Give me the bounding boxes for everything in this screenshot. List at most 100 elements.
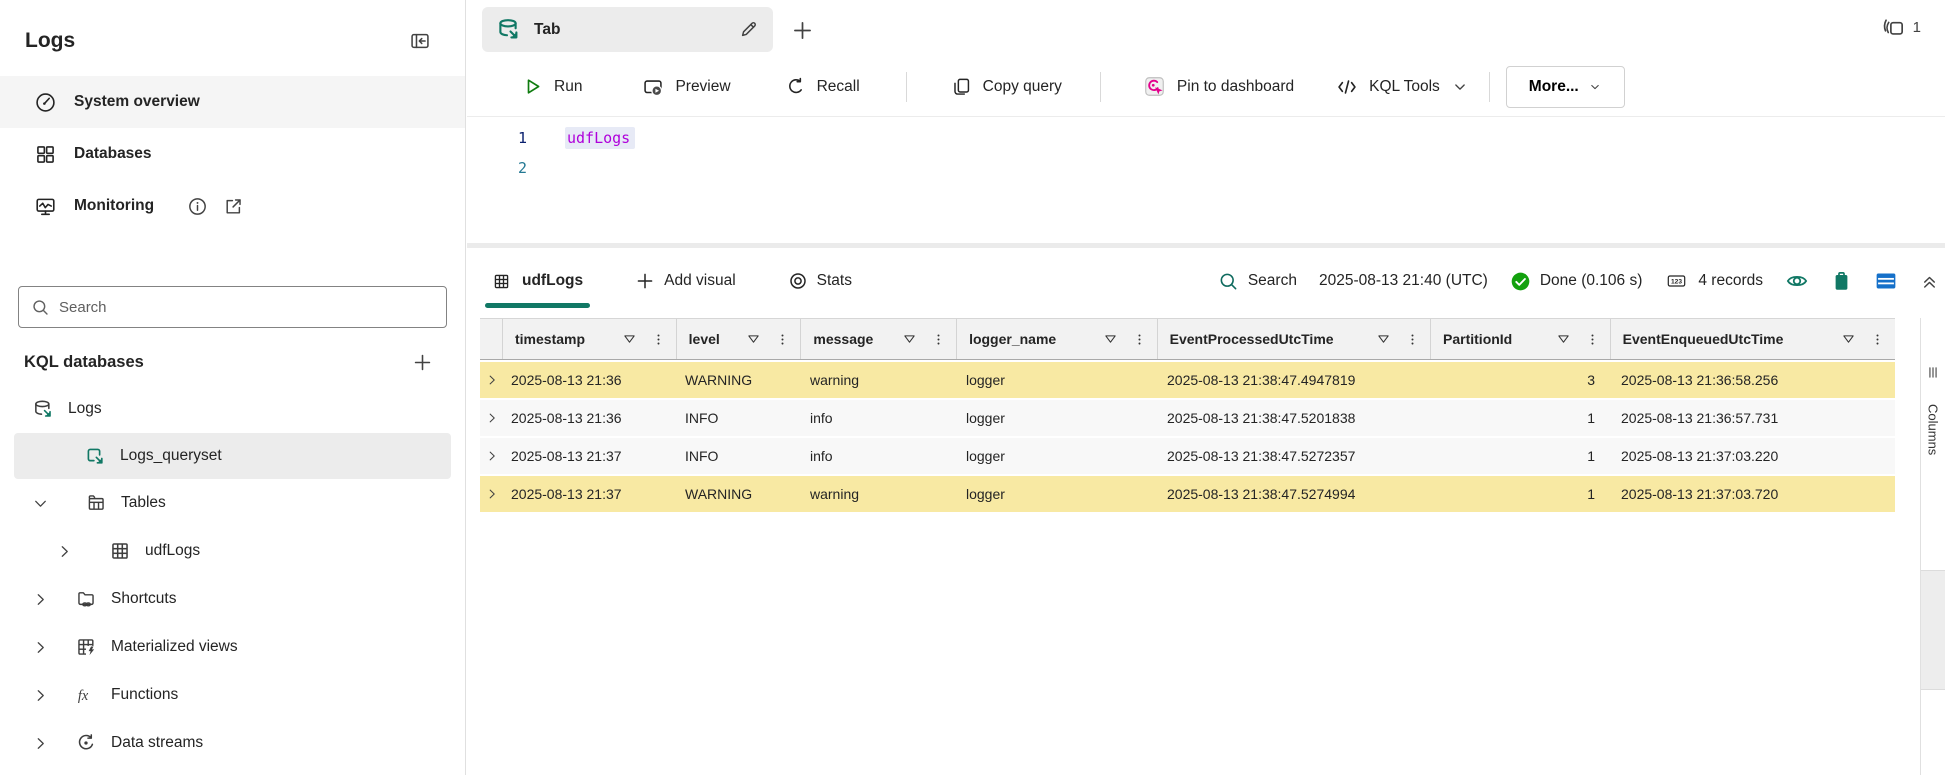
grid-row[interactable]: 2025-08-13 21:36 INFO info logger 2025-0… xyxy=(480,400,1895,436)
row-expander-chevron-icon[interactable] xyxy=(485,411,499,425)
tree-item-logs-queryset[interactable]: Logs_queryset xyxy=(14,433,451,479)
play-icon xyxy=(527,79,540,94)
tree-item-label: Logs_queryset xyxy=(120,447,222,464)
double-chevron-up-icon xyxy=(1924,276,1935,288)
tree-item-label: Functions xyxy=(111,686,179,703)
info-icon[interactable] xyxy=(187,196,208,217)
grid-cell: 2025-08-13 21:38:47.4947819 xyxy=(1167,372,1356,388)
filter-funnel-icon[interactable] xyxy=(1103,332,1118,347)
filter-funnel-icon[interactable] xyxy=(1841,332,1856,347)
tree-item-functions[interactable]: Functions xyxy=(0,671,465,719)
more-button[interactable]: More... xyxy=(1505,65,1625,108)
nav-item-system-overview[interactable]: System overview xyxy=(0,76,465,128)
collapse-pane-icon xyxy=(411,33,429,49)
filter-funnel-icon[interactable] xyxy=(1556,332,1571,347)
kql-tools-button[interactable]: KQL Tools xyxy=(1336,76,1469,98)
grid-cell: 2025-08-13 21:36:58.256 xyxy=(1621,372,1779,388)
open-external-icon[interactable] xyxy=(223,196,244,217)
kebab-menu-icon[interactable] xyxy=(1405,332,1420,347)
grid-header-event-processed[interactable]: EventProcessedUtcTime xyxy=(1156,319,1430,359)
pin-to-dashboard-button[interactable]: Pin to dashboard xyxy=(1143,75,1294,98)
kebab-menu-icon[interactable] xyxy=(931,332,946,347)
grid-header-message[interactable]: message xyxy=(800,319,956,359)
query-editor[interactable]: 1 udfLogs 2 xyxy=(467,117,1945,243)
grid-row[interactable]: 2025-08-13 21:37 INFO info logger 2025-0… xyxy=(480,438,1895,474)
results-table-tab-label: udfLogs xyxy=(522,272,584,289)
grid-header-row: timestamp level message logger_name Even… xyxy=(480,318,1895,360)
expand-results-button[interactable] xyxy=(1920,272,1939,291)
chevron-right-icon[interactable] xyxy=(32,735,49,752)
panel-scrollbar-thumb[interactable] xyxy=(1921,570,1945,690)
new-tab-button[interactable] xyxy=(789,17,816,44)
columns-side-panel[interactable]: Columns xyxy=(1920,318,1945,775)
kebab-menu-icon[interactable] xyxy=(775,332,790,347)
chevron-right-icon[interactable] xyxy=(56,543,73,560)
tree-item-data-streams[interactable]: Data streams xyxy=(0,719,465,767)
code-token: udfLogs xyxy=(565,127,636,149)
row-expander-chevron-icon[interactable] xyxy=(485,449,499,463)
tree-item-udflogs[interactable]: udfLogs xyxy=(0,527,465,575)
query-time-filter[interactable]: 2025-08-13 21:40 (UTC) xyxy=(1319,272,1488,290)
run-button[interactable]: Run xyxy=(522,76,582,97)
grid-header-timestamp[interactable]: timestamp xyxy=(502,319,676,359)
collapse-pane-button[interactable] xyxy=(407,28,433,54)
table-icon xyxy=(112,543,128,559)
table-view-button[interactable] xyxy=(1874,269,1898,293)
grid-header-partition-id[interactable]: PartitionId xyxy=(1430,319,1610,359)
grid-header-level[interactable]: level xyxy=(675,319,801,359)
stats-button[interactable]: Stats xyxy=(788,271,852,291)
preview-pane-eye-button[interactable] xyxy=(1785,269,1809,293)
kebab-menu-icon[interactable] xyxy=(1585,332,1600,347)
nav-item-databases[interactable]: Databases xyxy=(0,128,465,180)
grid-row[interactable]: 2025-08-13 21:37 WARNING warning logger … xyxy=(480,476,1895,512)
tree-item-tables[interactable]: Tables xyxy=(0,479,465,527)
grid-row[interactable]: 2025-08-13 21:36 WARNING warning logger … xyxy=(480,362,1895,398)
kebab-menu-icon[interactable] xyxy=(1132,332,1147,347)
search-input[interactable] xyxy=(59,298,434,316)
grid-header-event-enqueued[interactable]: EventEnqueuedUtcTime xyxy=(1609,319,1895,359)
sidebar-search[interactable] xyxy=(18,286,447,328)
grid-cell: 2025-08-13 21:36 xyxy=(511,372,622,388)
chevron-right-icon[interactable] xyxy=(32,687,49,704)
kebab-menu-icon[interactable] xyxy=(651,332,666,347)
speedometer-icon xyxy=(36,92,55,112)
plus-icon xyxy=(414,354,431,371)
nav-item-monitoring[interactable]: Monitoring xyxy=(0,180,465,232)
add-database-button[interactable] xyxy=(410,350,435,375)
kebab-menu-icon[interactable] xyxy=(1870,332,1885,347)
grid-cell: 1 xyxy=(1587,410,1595,426)
results-search-label: Search xyxy=(1247,272,1297,289)
row-expander-chevron-icon[interactable] xyxy=(485,373,499,387)
grid-header-logger-name[interactable]: logger_name xyxy=(956,319,1157,359)
query-tab[interactable]: Tab xyxy=(482,7,773,52)
open-tabs-indicator[interactable]: 1 xyxy=(1882,15,1921,39)
tree-item-shortcuts[interactable]: Shortcuts xyxy=(0,575,465,623)
tree-item-materialized-views[interactable]: Materialized views xyxy=(0,623,465,671)
chevron-down-icon[interactable] xyxy=(32,495,49,512)
filter-funnel-icon[interactable] xyxy=(746,332,761,347)
line-number: 2 xyxy=(517,159,527,177)
filter-funnel-icon[interactable] xyxy=(622,332,637,347)
chevron-right-icon[interactable] xyxy=(32,591,49,608)
recall-label: Recall xyxy=(816,77,860,95)
copy-results-clipboard-button[interactable] xyxy=(1831,271,1852,292)
results-search[interactable]: Search xyxy=(1218,271,1297,292)
results-table-tab[interactable]: udfLogs xyxy=(485,272,591,308)
add-visual-button[interactable]: Add visual xyxy=(635,271,736,291)
tree-item-logs[interactable]: Logs xyxy=(0,385,465,433)
query-status-label: Done (0.106 s) xyxy=(1539,272,1643,289)
eye-icon xyxy=(1786,275,1808,287)
results-grid-region: timestamp level message logger_name Even… xyxy=(467,318,1945,775)
table-icon xyxy=(494,274,509,288)
chevron-right-icon[interactable] xyxy=(32,639,49,656)
copy-query-button[interactable]: Copy query xyxy=(951,76,1062,97)
row-expander-chevron-icon[interactable] xyxy=(485,487,499,501)
recall-button[interactable]: Recall xyxy=(785,76,860,97)
rename-tab-pencil-icon[interactable] xyxy=(738,19,759,40)
filter-funnel-icon[interactable] xyxy=(902,332,917,347)
table-rows-blue-icon xyxy=(1875,272,1897,290)
page-title: Logs xyxy=(25,29,76,52)
filter-funnel-icon[interactable] xyxy=(1376,332,1391,347)
grid-cell: 2025-08-13 21:38:47.5274994 xyxy=(1167,486,1356,502)
preview-button[interactable]: Preview xyxy=(642,76,731,98)
